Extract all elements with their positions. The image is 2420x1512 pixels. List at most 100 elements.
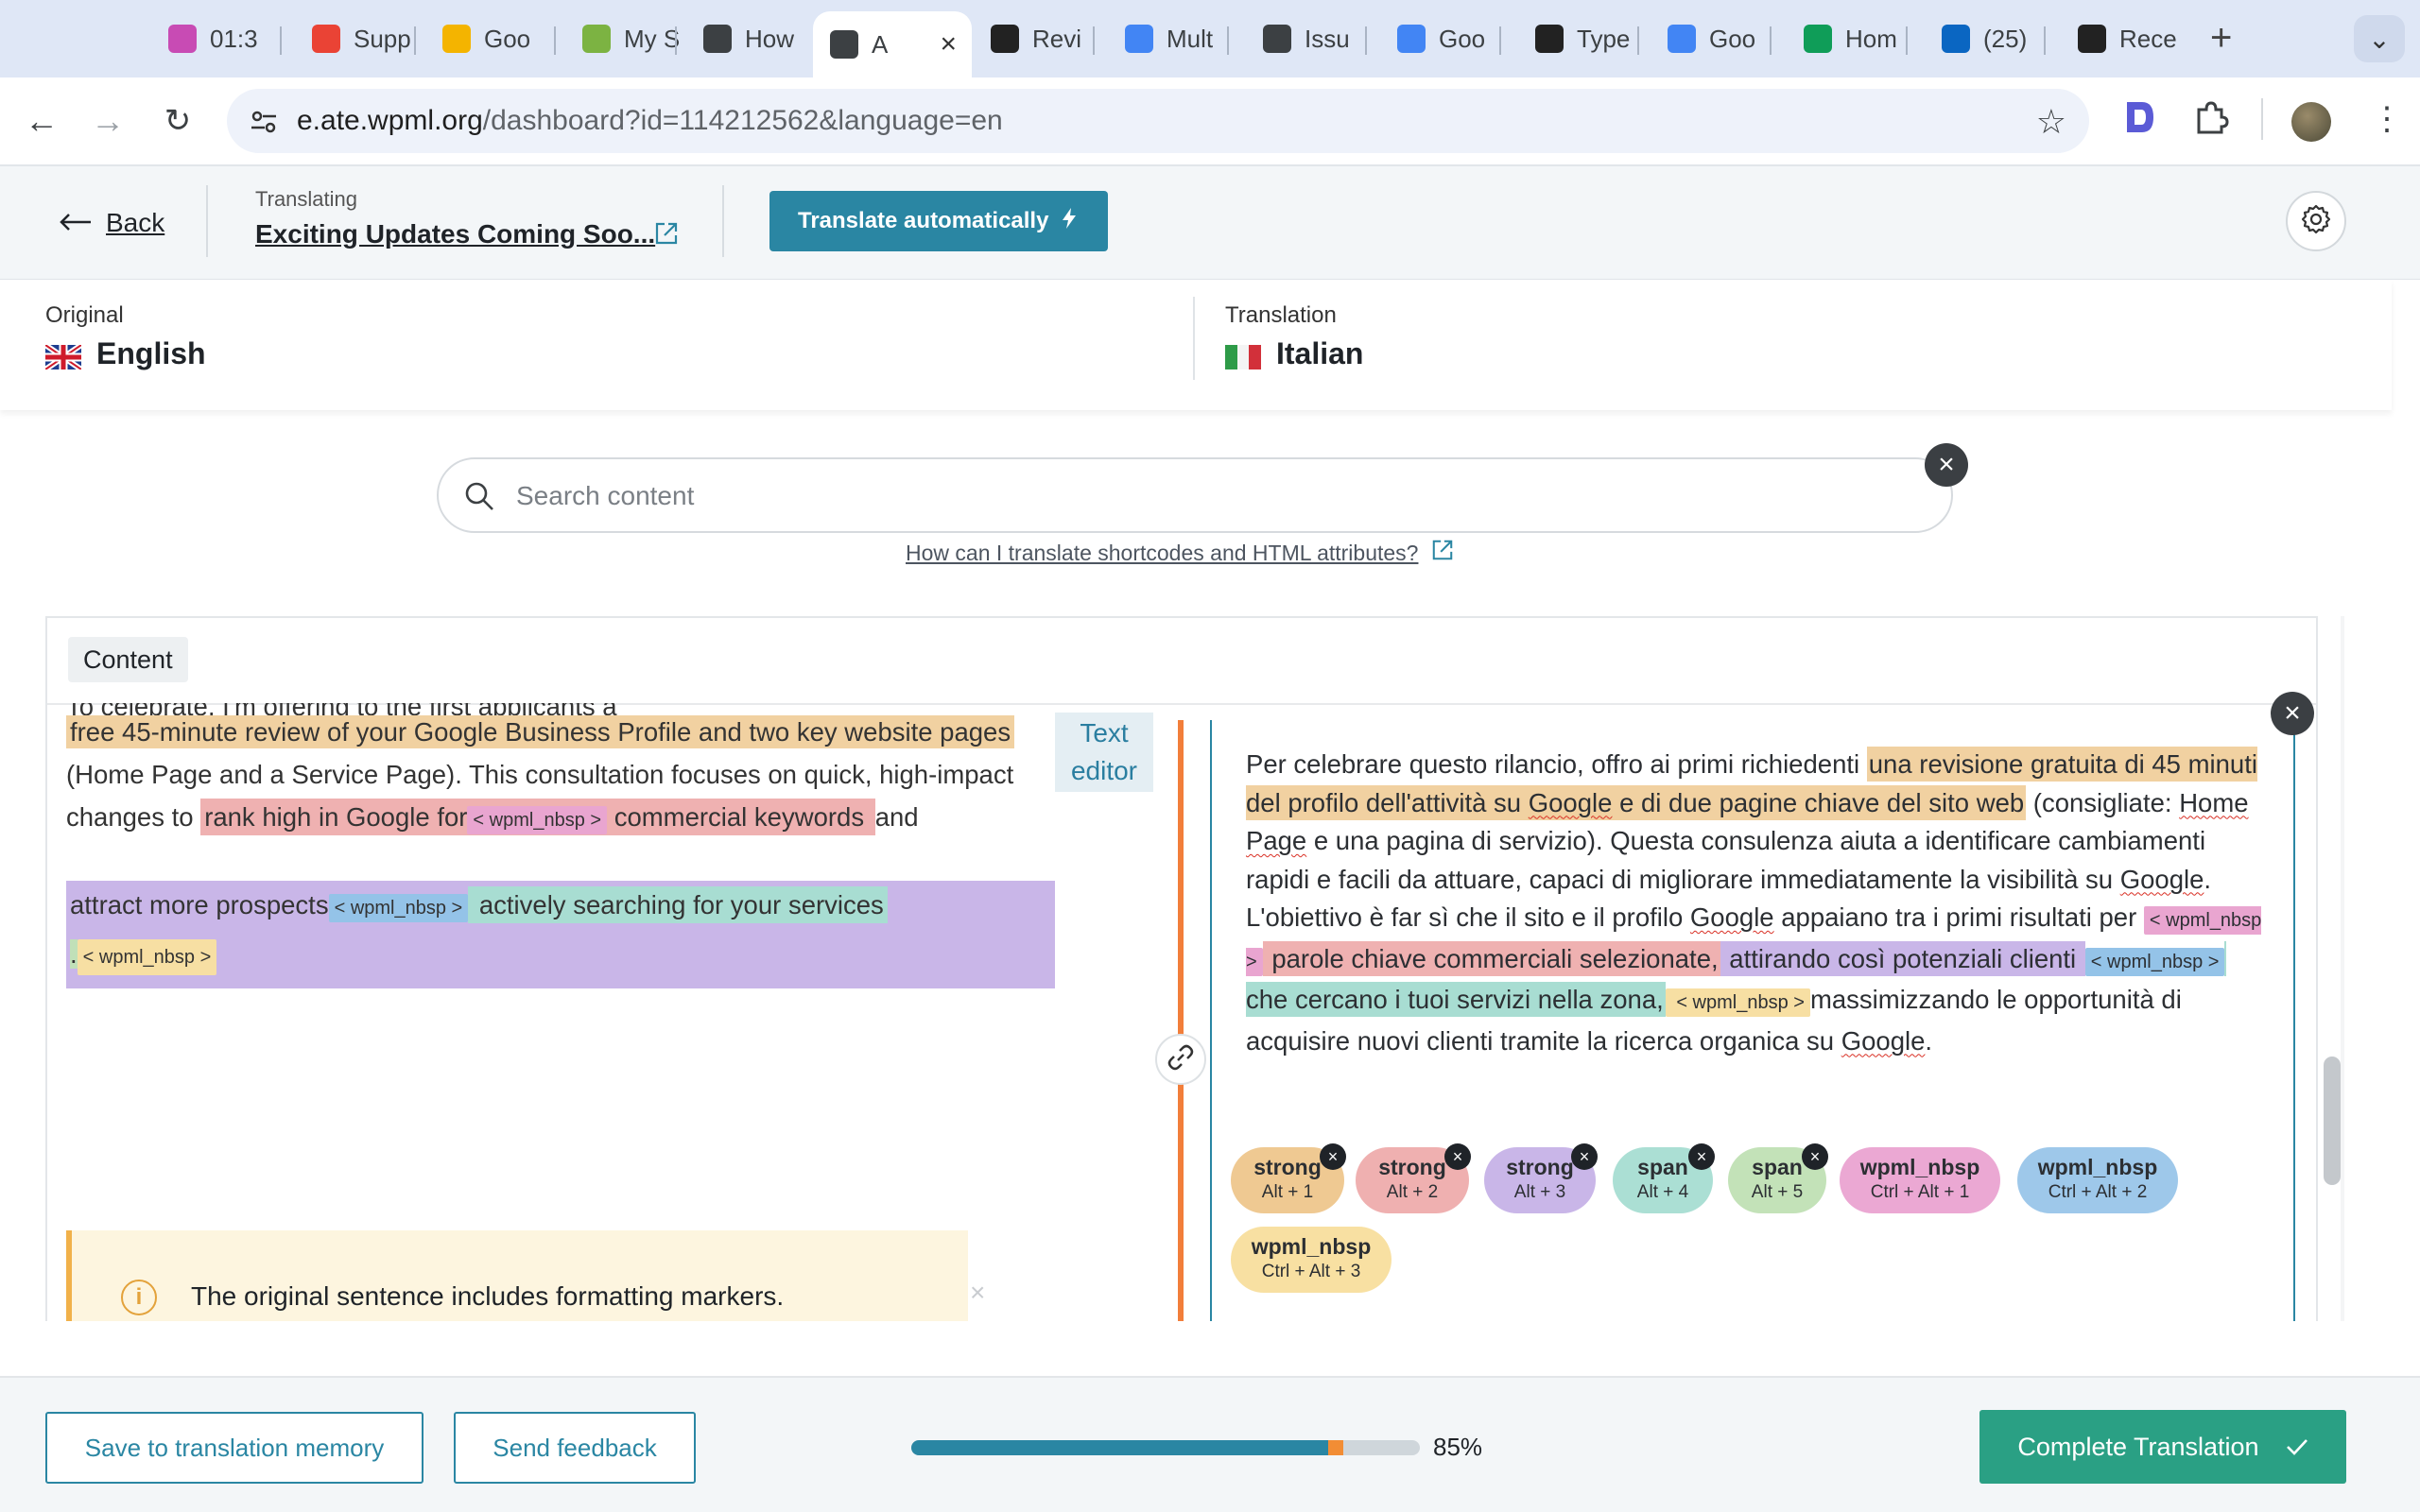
target-nbsp-marker-2[interactable]: < wpml_nbsp >	[2084, 947, 2225, 976]
search-clear-button[interactable]: ×	[1925, 443, 1968, 487]
external-link-icon[interactable]	[654, 221, 679, 246]
forward-arrow-icon[interactable]: →	[83, 96, 132, 146]
header-divider	[722, 185, 724, 257]
tab-separator	[1093, 26, 1095, 55]
marker-chip-span[interactable]: span Alt + 5 ×	[1728, 1143, 1828, 1213]
tab-separator	[1499, 26, 1501, 55]
settings-button[interactable]	[2286, 191, 2346, 251]
nbsp-marker-2[interactable]: < wpml_nbsp >	[328, 894, 469, 922]
text-editor-button[interactable]: Text editor	[1055, 713, 1153, 792]
url-text: e.ate.wpml.org/dashboard?id=114212562&la…	[297, 105, 1003, 136]
s-icon	[2078, 25, 2106, 53]
browser-tab[interactable]: (25)	[1925, 11, 2048, 66]
marker-chip-wpml_nbsp[interactable]: wpml_nbsp Ctrl + Alt + 3	[1231, 1227, 1392, 1293]
source-segment-strong-3: attract more prospects < wpml_nbsp > acti…	[66, 881, 1055, 988]
nbsp-marker-3[interactable]: < wpml_nbsp >	[77, 939, 217, 975]
editor-header: Back Translating Exciting Updates Coming…	[0, 166, 2420, 280]
checkmark-icon	[2286, 1433, 2308, 1462]
browser-tab[interactable]: Goo	[425, 11, 558, 66]
marker-chip-shortcut: Ctrl + Alt + 2	[2048, 1182, 2148, 1202]
remove-marker-icon[interactable]: ×	[1320, 1143, 1346, 1170]
browser-tab[interactable]: Issu	[1246, 11, 1369, 66]
help-link-label: How can I translate shortcodes and HTML …	[906, 540, 1419, 565]
toolbar-divider	[2261, 98, 2263, 140]
browser-tab[interactable]: Goo	[1651, 11, 1773, 66]
browser-tab[interactable]: Type	[1518, 11, 1641, 66]
scrollbar-thumb[interactable]	[2324, 1057, 2341, 1185]
browser-tab[interactable]: My S	[565, 11, 679, 66]
browser-tab[interactable]: Revi	[974, 11, 1097, 66]
browser-tab[interactable]: Supp	[295, 11, 418, 66]
tab-title: A	[872, 29, 889, 59]
scrollbar-track[interactable]	[2341, 616, 2344, 1321]
back-label: Back	[106, 208, 165, 237]
translate-automatically-button[interactable]: Translate automatically	[769, 191, 1108, 251]
external-link-icon	[1431, 539, 1454, 567]
tab-separator	[1770, 26, 1772, 55]
browser-tab[interactable]: Goo	[1380, 11, 1503, 66]
remove-marker-icon[interactable]: ×	[1571, 1143, 1598, 1170]
send-feedback-button[interactable]: Send feedback	[454, 1412, 696, 1484]
remove-marker-icon[interactable]: ×	[1802, 1143, 1828, 1170]
tab-separator	[1365, 26, 1367, 55]
marker-chip-strong[interactable]: strong Alt + 3 ×	[1484, 1143, 1598, 1213]
document-title-link[interactable]: Exciting Updates Coming Soo...	[255, 219, 655, 249]
marker-chip-shortcut: Alt + 4	[1636, 1182, 1689, 1202]
target-segment-strong-2: parole chiave commerciali selezionate,	[1262, 940, 1720, 976]
link-segments-button[interactable]	[1155, 1034, 1206, 1085]
close-tab-icon[interactable]: ×	[940, 28, 957, 60]
site-settings-icon[interactable]	[248, 106, 280, 138]
extensions-puzzle-icon[interactable]	[2191, 98, 2229, 144]
tab-separator	[1637, 26, 1639, 55]
remove-marker-icon[interactable]: ×	[1444, 1143, 1471, 1170]
marker-chip-span[interactable]: span Alt + 4 ×	[1613, 1143, 1715, 1213]
loading-icon	[1263, 25, 1291, 53]
address-bar[interactable]: e.ate.wpml.org/dashboard?id=114212562&la…	[227, 89, 2089, 153]
marker-chip-wpml_nbsp[interactable]: wpml_nbsp Ctrl + Alt + 1	[1840, 1147, 2000, 1213]
tab-title: Goo	[1439, 24, 1486, 53]
save-to-translation-memory-button[interactable]: Save to translation memory	[45, 1412, 424, 1484]
docs-icon	[1125, 25, 1153, 53]
chrome-menu-icon[interactable]: ⋮	[2371, 100, 2403, 138]
target-nbsp-marker-3[interactable]: < wpml_nbsp >	[1665, 988, 1810, 1017]
browser-tab[interactable]: A ×	[813, 11, 972, 77]
drive-icon	[1804, 25, 1832, 53]
close-editor-button[interactable]: ×	[2271, 692, 2314, 735]
tab-separator	[554, 26, 556, 55]
reload-icon[interactable]: ↻	[153, 96, 202, 146]
tab-title: Hom	[1845, 24, 1897, 53]
back-arrow-icon[interactable]: ←	[17, 96, 66, 146]
search-input[interactable]	[516, 476, 1840, 516]
source-segment-strong-3-text: attract more prospects	[70, 890, 329, 919]
segment-status-bar	[1178, 720, 1184, 1321]
marker-chip-strong[interactable]: strong Alt + 2 ×	[1356, 1143, 1471, 1213]
tab-title: My S	[624, 24, 679, 53]
close-icon: ×	[2284, 697, 2301, 729]
remove-marker-icon[interactable]: ×	[1688, 1143, 1715, 1170]
marker-chip-strong[interactable]: strong Alt + 1 ×	[1231, 1143, 1346, 1213]
new-tab-button[interactable]: +	[2210, 17, 2232, 60]
source-segment-span-5: .	[70, 939, 78, 969]
translate-automatically-label: Translate automatically	[798, 208, 1049, 233]
keep-icon	[442, 25, 471, 53]
browser-tab[interactable]: Rece	[2061, 11, 2193, 66]
notice-close-icon[interactable]: ×	[970, 1278, 985, 1308]
nbsp-marker-1[interactable]: < wpml_nbsp >	[467, 806, 608, 834]
complete-translation-button[interactable]: Complete Translation	[1979, 1410, 2346, 1484]
translation-text[interactable]: Per celebrare questo rilancio, offro ai …	[1246, 746, 2267, 1060]
browser-tab[interactable]: Hom	[1787, 11, 1910, 66]
back-link[interactable]: Back	[59, 208, 164, 238]
target-segment-plain-1: Per celebrare questo rilancio, offro ai …	[1246, 749, 1867, 779]
shortcodes-help-link[interactable]: How can I translate shortcodes and HTML …	[906, 539, 1454, 567]
browser-tab[interactable]: Mult	[1108, 11, 1231, 66]
profile-avatar[interactable]	[2291, 102, 2331, 142]
tab-search-button[interactable]: ⌄	[2354, 15, 2405, 62]
tab-title: Goo	[484, 24, 531, 53]
marker-chip-shortcut: Ctrl + Alt + 3	[1261, 1262, 1361, 1281]
marker-chip-wpml_nbsp[interactable]: wpml_nbsp Ctrl + Alt + 2	[2017, 1147, 2178, 1213]
browser-tab[interactable]: 01:3	[151, 11, 284, 66]
browser-tab[interactable]: How	[686, 11, 828, 66]
bookmark-star-icon[interactable]: ☆	[2036, 102, 2066, 142]
extension-d-icon[interactable]	[2123, 98, 2157, 144]
marker-chip-shortcut: Alt + 3	[1513, 1182, 1566, 1202]
